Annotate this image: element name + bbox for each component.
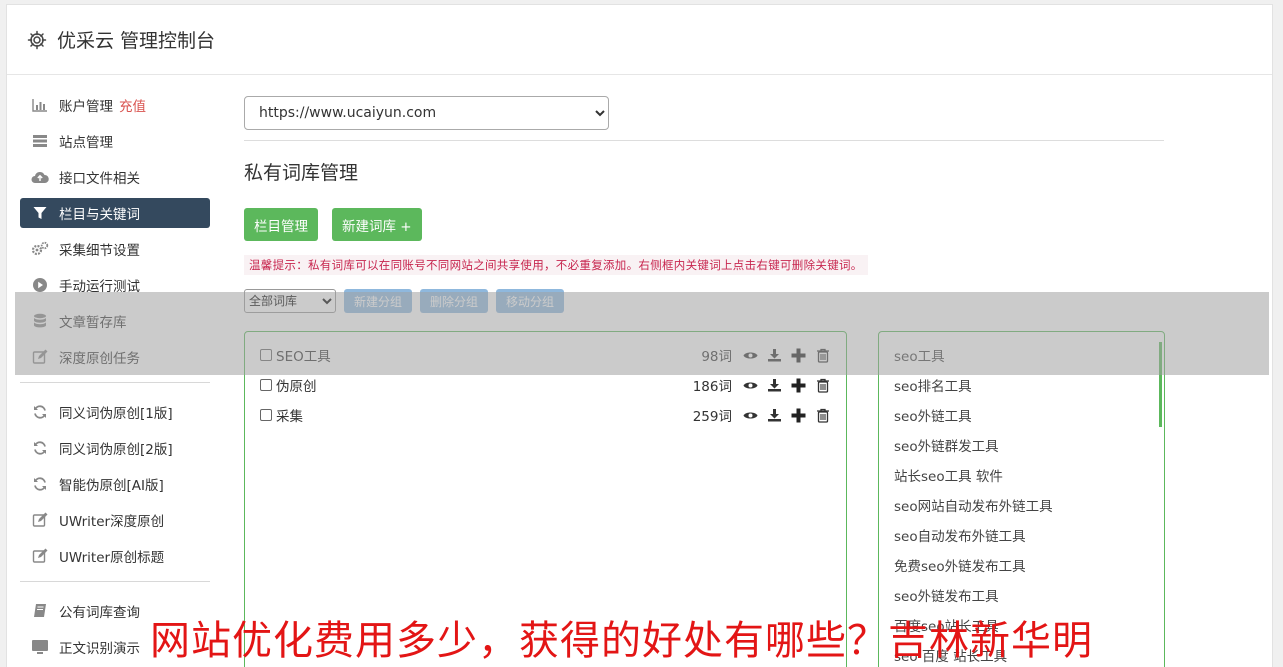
sidebar-item[interactable]: 账户管理 充值: [20, 90, 210, 120]
gears-icon: [31, 241, 49, 257]
scrollbar[interactable]: [1159, 342, 1162, 427]
plus-icon[interactable]: [790, 377, 807, 394]
library-checkbox[interactable]: [260, 349, 272, 361]
sidebar-item-label: 正文识别演示: [59, 641, 140, 657]
plus-icon[interactable]: [790, 407, 807, 424]
library-checkbox[interactable]: [260, 379, 272, 391]
keyword-item[interactable]: seo外链工具: [894, 402, 1149, 432]
keyword-item[interactable]: seo排名工具: [894, 372, 1149, 402]
new-group-button[interactable]: 新建分组: [344, 289, 413, 313]
refresh-icon: [31, 476, 49, 492]
sidebar-item[interactable]: 智能伪原创[AI版]: [20, 469, 210, 499]
sidebar-item-label: 深度原创任务: [59, 351, 140, 367]
sidebar-item[interactable]: 文章暂存库: [20, 306, 210, 336]
download-icon[interactable]: [766, 347, 783, 364]
sidebar-item-label: 站点管理: [59, 135, 113, 151]
refresh-icon: [31, 440, 49, 456]
sidebar-item-label: 接口文件相关: [59, 171, 140, 187]
download-icon[interactable]: [766, 407, 783, 424]
top-bar: 优采云 管理控制台: [7, 5, 1272, 75]
edit-icon: [31, 512, 49, 528]
move-group-button[interactable]: 移动分组: [496, 289, 565, 313]
sidebar-item-label: 采集细节设置: [59, 243, 140, 259]
sidebar-item-label: 栏目与关键词: [59, 207, 140, 223]
edit-icon: [31, 548, 49, 564]
edit-icon: [31, 349, 49, 365]
sidebar-item-label: 账户管理: [59, 99, 113, 115]
sidebar-item[interactable]: 栏目与关键词: [20, 198, 210, 228]
sidebar-item-label: 公有词库查询: [59, 605, 140, 621]
keyword-item[interactable]: 站长seo工具 软件: [894, 462, 1149, 492]
sidebar: 账户管理 充值站点管理接口文件相关 栏目与关键词 采集细节设置 手动运行测试 文章暂存库深…: [20, 90, 210, 667]
app-title: 优采云 管理控制台: [57, 30, 216, 52]
sidebar-item[interactable]: UWriter深度原创: [20, 505, 210, 535]
cloud-upload-icon: [31, 169, 49, 185]
trash-icon[interactable]: [814, 347, 831, 364]
library-count: 98词: [701, 349, 732, 365]
eye-icon[interactable]: [742, 377, 759, 394]
trash-icon[interactable]: [814, 407, 831, 424]
sidebar-item[interactable]: 接口文件相关: [20, 162, 210, 192]
sidebar-item[interactable]: 同义词伪原创[2版]: [20, 433, 210, 463]
library-name: SEO工具: [276, 349, 331, 365]
sidebar-item[interactable]: 采集细节设置: [20, 234, 210, 264]
main-content: https://www.ucaiyun.com 私有词库管理 栏目管理 新建词库…: [244, 96, 1165, 667]
sidebar-item[interactable]: UWriter原创标题: [20, 541, 210, 571]
nav-divider: [20, 382, 210, 383]
nav-divider: [20, 581, 210, 582]
sidebar-item[interactable]: 深度原创任务: [20, 342, 210, 372]
server-icon: [31, 133, 49, 149]
library-row: SEO工具 98词: [260, 340, 831, 370]
banner-caption: 网站优化费用多少，获得的好处有哪些？吉林新华明: [150, 618, 1093, 664]
group-select[interactable]: 全部词库: [244, 289, 336, 313]
book-icon: [31, 603, 49, 619]
download-icon[interactable]: [766, 377, 783, 394]
keyword-item[interactable]: 免费seo外链发布工具: [894, 552, 1149, 582]
library-checkbox[interactable]: [260, 409, 272, 421]
library-name: 伪原创: [276, 379, 317, 395]
keyword-item[interactable]: seo工具: [894, 342, 1149, 372]
sidebar-item[interactable]: 同义词伪原创[1版]: [20, 397, 210, 427]
sidebar-item-label: UWriter深度原创: [59, 514, 165, 530]
eye-icon[interactable]: [742, 407, 759, 424]
library-count: 186词: [692, 379, 732, 395]
divider: [244, 140, 1164, 141]
library-row: 采集 259词: [260, 400, 831, 430]
trash-icon[interactable]: [814, 377, 831, 394]
sidebar-item-label: 同义词伪原创[2版]: [59, 442, 173, 458]
delete-group-button[interactable]: 删除分组: [420, 289, 489, 313]
tip-text: 温馨提示：私有词库可以在同账号不同网站之间共享使用，不必重复添加。右侧框内关键词…: [244, 255, 868, 275]
page-title: 私有词库管理: [244, 162, 359, 184]
monitor-icon: [31, 639, 49, 655]
sidebar-item[interactable]: 手动运行测试: [20, 270, 210, 300]
library-count: 259词: [692, 409, 732, 425]
library-row: 伪原创 186词: [260, 370, 831, 400]
gear-icon: [27, 30, 47, 49]
eye-icon[interactable]: [742, 347, 759, 364]
sidebar-item-label: 手动运行测试: [59, 279, 140, 295]
sidebar-item-label: 同义词伪原创[1版]: [59, 406, 173, 422]
database-icon: [31, 313, 49, 329]
sidebar-item-label: 智能伪原创[AI版]: [59, 478, 164, 494]
sidebar-item-label: 文章暂存库: [59, 315, 127, 331]
library-name: 采集: [276, 409, 303, 425]
refresh-icon: [31, 404, 49, 420]
sidebar-item[interactable]: 站点管理: [20, 126, 210, 156]
column-manage-button[interactable]: 栏目管理: [244, 208, 318, 241]
recharge-link[interactable]: 充值: [119, 95, 146, 115]
filter-icon: [31, 205, 49, 221]
keyword-item[interactable]: seo网站自动发布外链工具: [894, 492, 1149, 522]
play-circle-icon: [31, 277, 49, 293]
site-select[interactable]: https://www.ucaiyun.com: [244, 96, 609, 130]
keyword-item[interactable]: seo外链群发工具: [894, 432, 1149, 462]
plus-icon[interactable]: [790, 347, 807, 364]
new-library-button[interactable]: 新建词库 +: [332, 208, 422, 241]
keyword-item[interactable]: seo自动发布外链工具: [894, 522, 1149, 552]
sidebar-item-label: UWriter原创标题: [59, 550, 165, 566]
bar-chart-icon: [31, 97, 49, 113]
